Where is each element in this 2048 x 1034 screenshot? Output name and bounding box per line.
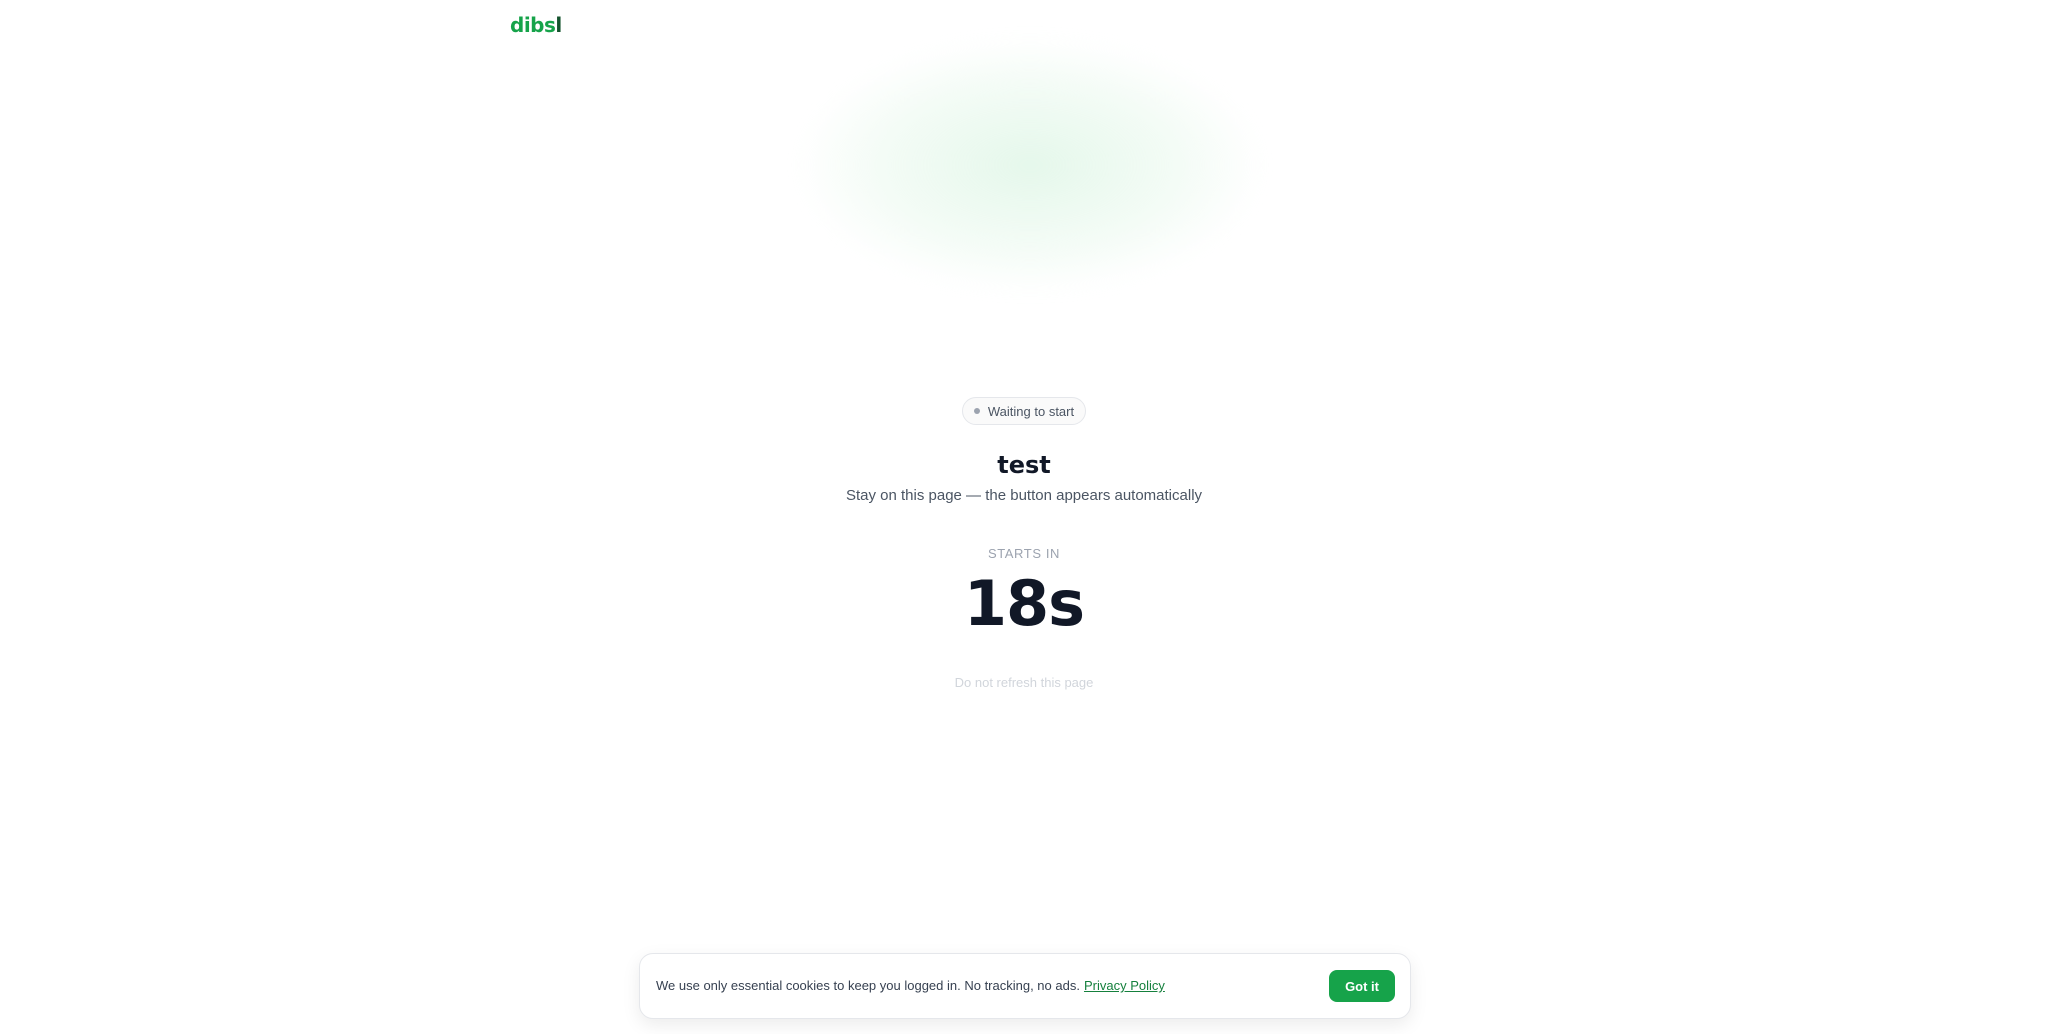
background-glow — [800, 40, 1260, 290]
cookie-message: We use only essential cookies to keep yo… — [656, 977, 1165, 995]
header: dibsl — [0, 0, 2048, 52]
cookie-text: We use only essential cookies to keep yo… — [656, 978, 1080, 993]
status-dot-icon — [973, 408, 980, 414]
status-badge: Waiting to start — [962, 397, 1086, 425]
page: dibsl Waiting to start test Stay on this… — [0, 0, 2048, 1034]
status-label: Waiting to start — [987, 403, 1075, 419]
countdown-label: STARTS IN — [987, 546, 1061, 561]
countdown-timer: 18s — [963, 567, 1085, 640]
got-it-button[interactable]: Got it — [1329, 970, 1395, 1002]
privacy-policy-link[interactable]: Privacy Policy — [1084, 978, 1165, 993]
logo-main: dibs — [510, 13, 556, 37]
logo-tail: l — [555, 13, 562, 37]
event-title: test — [997, 451, 1051, 479]
logo[interactable]: dibsl — [510, 13, 562, 37]
event-subtitle: Stay on this page — the button appears a… — [845, 487, 1203, 504]
refresh-note: Do not refresh this page — [954, 675, 1094, 690]
cookie-banner: We use only essential cookies to keep yo… — [639, 953, 1411, 1019]
